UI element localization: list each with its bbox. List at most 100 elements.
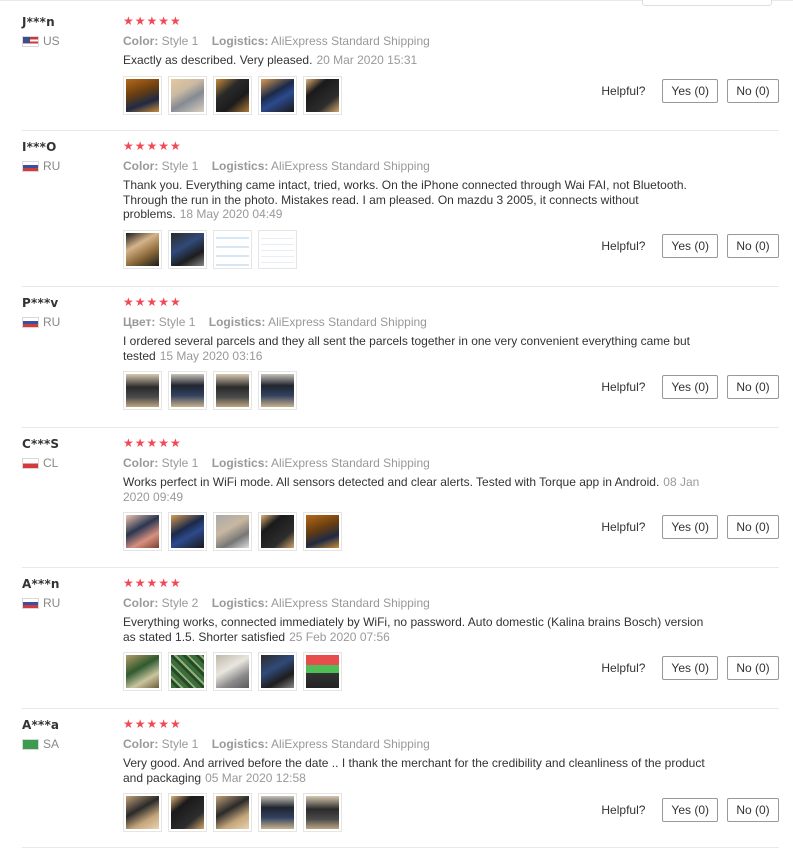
- reviewer-country: SA: [22, 737, 59, 751]
- review-photo-thumbnail[interactable]: [123, 371, 162, 410]
- logistics-value: AliExpress Standard Shipping: [271, 596, 430, 610]
- review-photo-image: [171, 374, 204, 407]
- helpful-controls: Helpful? Yes (0) No (0): [601, 375, 779, 399]
- review-photo-thumbnail[interactable]: [258, 371, 297, 410]
- helpful-yes-button[interactable]: Yes (0): [662, 375, 718, 399]
- photo-strip: [123, 512, 342, 551]
- color-value: Style 1: [161, 34, 199, 48]
- review-photo-thumbnail[interactable]: [123, 652, 162, 691]
- color-label: Color:: [123, 159, 159, 173]
- star-rating: ★★★★★: [123, 576, 182, 590]
- star-rating: ★★★★★: [123, 436, 182, 450]
- color-value: Style 2: [161, 596, 199, 610]
- review-photo-image: [171, 79, 204, 112]
- review-photo-thumbnail[interactable]: [303, 793, 342, 832]
- helpful-no-button[interactable]: No (0): [727, 656, 779, 680]
- feedback-text: Everything works, connected immediately …: [123, 615, 708, 644]
- review-photo-thumbnail[interactable]: [258, 230, 297, 269]
- color-value: Style 1: [161, 737, 199, 751]
- review-photo-thumbnail[interactable]: [213, 371, 252, 410]
- review-photo-thumbnail[interactable]: [168, 76, 207, 115]
- review-photo-thumbnail[interactable]: [213, 76, 252, 115]
- logistics-value: AliExpress Standard Shipping: [271, 737, 430, 751]
- helpful-controls: Helpful? Yes (0) No (0): [601, 798, 779, 822]
- review-photo-thumbnail[interactable]: [168, 652, 207, 691]
- review-photo-image: [126, 233, 159, 266]
- review-photo-thumbnail[interactable]: [303, 76, 342, 115]
- review-photo-thumbnail[interactable]: [258, 76, 297, 115]
- review-photo-thumbnail[interactable]: [303, 652, 342, 691]
- color-label: Color:: [123, 456, 159, 470]
- logistics-label: Logistics:: [211, 34, 269, 48]
- review-photo-image: [306, 515, 339, 548]
- helpful-no-button[interactable]: No (0): [727, 515, 779, 539]
- photo-strip: [123, 652, 342, 691]
- feedback-body: Works perfect in WiFi mode. All sensors …: [123, 475, 660, 489]
- feedback-text: Very good. And arrived before the date .…: [123, 756, 708, 785]
- feedback-text: Exactly as described. Very pleased. 20 Ma…: [123, 53, 708, 68]
- reviewer-country: RU: [22, 596, 60, 610]
- helpful-label: Helpful?: [601, 803, 646, 817]
- review-date: 25 Feb 2020 07:56: [289, 629, 390, 644]
- review-date: 20 Mar 2020 15:31: [316, 53, 418, 67]
- order-info: Color: Style 1 Logistics: AliExpress Sta…: [123, 159, 440, 173]
- helpful-label: Helpful?: [601, 520, 646, 534]
- logistics-value: AliExpress Standard Shipping: [268, 315, 427, 329]
- star-rating: ★★★★★: [123, 295, 182, 309]
- review-photo-image: [216, 515, 249, 548]
- review-photo-thumbnail[interactable]: [258, 793, 297, 832]
- review-photo-image: [216, 796, 249, 829]
- review-photo-thumbnail[interactable]: [123, 512, 162, 551]
- reviewer-name: J***n: [22, 15, 55, 29]
- review-item: P***v RU ★★★★★ Цвет: Style 1 Logistics: …: [22, 287, 779, 428]
- helpful-yes-button[interactable]: Yes (0): [662, 515, 718, 539]
- review-photo-thumbnail[interactable]: [123, 793, 162, 832]
- review-photo-thumbnail[interactable]: [168, 230, 207, 269]
- review-photo-thumbnail[interactable]: [303, 512, 342, 551]
- review-photo-thumbnail[interactable]: [168, 793, 207, 832]
- review-photo-thumbnail[interactable]: [258, 512, 297, 551]
- star-rating: ★★★★★: [123, 717, 182, 731]
- review-date: 15 May 2020 03:16: [159, 348, 263, 363]
- review-photo-thumbnail[interactable]: [213, 512, 252, 551]
- helpful-no-button[interactable]: No (0): [727, 79, 779, 103]
- helpful-yes-button[interactable]: Yes (0): [662, 656, 718, 680]
- country-flag-icon: [22, 457, 39, 469]
- review-item: J***n US ★★★★★ Color: Style 1 Logistics:…: [22, 6, 779, 131]
- helpful-no-button[interactable]: No (0): [727, 798, 779, 822]
- color-value: Style 1: [161, 456, 199, 470]
- helpful-no-button[interactable]: No (0): [727, 375, 779, 399]
- reviewer-name: C***S: [22, 437, 60, 451]
- country-flag-icon: [22, 597, 39, 609]
- review-photo-image: [126, 515, 159, 548]
- color-label: Color:: [123, 737, 159, 751]
- review-item: A***n RU ★★★★★ Color: Style 2 Logistics:…: [22, 568, 779, 709]
- helpful-yes-button[interactable]: Yes (0): [662, 234, 718, 258]
- photo-strip: [123, 371, 297, 410]
- review-photo-thumbnail[interactable]: [213, 793, 252, 832]
- review-item: C***S CL ★★★★★ Color: Style 1 Logistics:…: [22, 428, 779, 568]
- review-photo-thumbnail[interactable]: [213, 230, 252, 269]
- country-code: RU: [43, 596, 61, 610]
- logistics-label: Logistics:: [211, 159, 269, 173]
- country-code: RU: [43, 159, 61, 173]
- photo-strip: [123, 793, 342, 832]
- review-photo-thumbnail[interactable]: [123, 76, 162, 115]
- feedback-body: Everything works, connected immediately …: [123, 615, 704, 644]
- photo-strip: [123, 230, 297, 269]
- review-photo-image: [216, 233, 249, 266]
- feedback-text: Works perfect in WiFi mode. All sensors …: [123, 475, 708, 504]
- review-photo-thumbnail[interactable]: [213, 652, 252, 691]
- helpful-yes-button[interactable]: Yes (0): [662, 79, 718, 103]
- review-photo-thumbnail[interactable]: [168, 371, 207, 410]
- logistics-label: Logistics:: [211, 737, 269, 751]
- helpful-yes-button[interactable]: Yes (0): [662, 798, 718, 822]
- color-label: Цвет:: [123, 315, 156, 329]
- helpful-no-button[interactable]: No (0): [727, 234, 779, 258]
- reviewer-country: CL: [22, 456, 58, 470]
- review-photo-thumbnail[interactable]: [123, 230, 162, 269]
- review-photo-thumbnail[interactable]: [168, 512, 207, 551]
- reviewer-name: P***v: [22, 296, 59, 310]
- review-date: 05 Mar 2020 12:58: [205, 770, 306, 785]
- review-photo-thumbnail[interactable]: [258, 652, 297, 691]
